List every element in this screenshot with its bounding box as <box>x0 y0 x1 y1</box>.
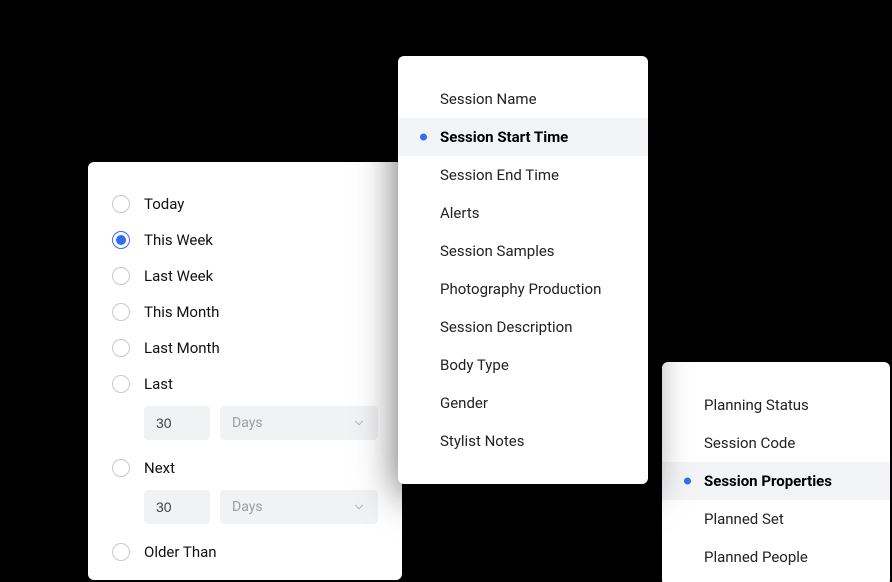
radio-icon[interactable] <box>112 303 130 321</box>
item-label: Planning Status <box>704 396 809 414</box>
panel-date-range: Today This Week Last Week This Month Last Mo… <box>88 162 402 580</box>
field-list-item[interactable]: Planned People <box>662 538 890 576</box>
radio-icon[interactable] <box>112 339 130 357</box>
item-label: Session Start Time <box>440 128 568 146</box>
option-label: This Week <box>144 231 213 249</box>
date-range-option[interactable]: This Month <box>88 294 402 330</box>
option-label: Next <box>144 459 175 477</box>
field-list-item[interactable]: Session Code <box>662 424 890 462</box>
date-range-option[interactable]: This Week <box>88 222 402 258</box>
radio-icon[interactable] <box>112 375 130 393</box>
field-list-item[interactable]: Body Type <box>398 346 648 384</box>
duration-unit-select[interactable]: Days <box>220 406 378 440</box>
select-value: Days <box>232 499 263 515</box>
chevron-down-icon <box>352 416 366 430</box>
select-value: Days <box>232 415 263 431</box>
field-list-item[interactable]: Session End Time <box>398 156 648 194</box>
field-list-item[interactable]: Planning Status <box>662 386 890 424</box>
item-label: Session Description <box>440 318 573 336</box>
item-label: Alerts <box>440 204 480 222</box>
item-label: Session End Time <box>440 166 559 184</box>
date-range-option[interactable]: Last Month <box>88 330 402 366</box>
date-range-option[interactable]: Next <box>88 450 402 486</box>
item-label: Body Type <box>440 356 509 374</box>
radio-icon[interactable] <box>112 231 130 249</box>
item-label: Gender <box>440 394 488 412</box>
radio-icon[interactable] <box>112 459 130 477</box>
field-list-item[interactable]: Session Description <box>398 308 648 346</box>
radio-icon[interactable] <box>112 267 130 285</box>
field-list-item[interactable]: Session Samples <box>398 232 648 270</box>
field-list-item[interactable]: Stylist Notes <box>398 422 648 460</box>
field-list-item[interactable]: Session Name <box>398 80 648 118</box>
item-label: Session Properties <box>704 472 832 490</box>
date-range-option[interactable]: Today <box>88 186 402 222</box>
field-list-item[interactable]: Session Properties <box>662 462 890 500</box>
duration-value-input[interactable] <box>144 406 210 440</box>
duration-value-input[interactable] <box>144 490 210 524</box>
date-range-option[interactable]: Last <box>88 366 402 402</box>
option-label: Last Week <box>144 267 213 285</box>
field-list-item[interactable]: Planned Set <box>662 500 890 538</box>
item-label: Photography Production <box>440 280 601 298</box>
option-label: This Month <box>144 303 219 321</box>
item-label: Session Code <box>704 434 795 452</box>
panel-session-fields-primary: Session Name Session Start Time Session En… <box>398 56 648 484</box>
radio-icon[interactable] <box>112 543 130 561</box>
option-label: Older Than <box>144 543 217 561</box>
relative-date-inputs: Days <box>88 486 402 534</box>
item-label: Stylist Notes <box>440 432 524 450</box>
duration-unit-select[interactable]: Days <box>220 490 378 524</box>
option-label: Last Month <box>144 339 220 357</box>
field-list-item[interactable]: Session Start Time <box>398 118 648 156</box>
radio-icon[interactable] <box>112 195 130 213</box>
relative-date-inputs: Days <box>88 402 402 450</box>
date-range-option[interactable]: Last Week <box>88 258 402 294</box>
item-label: Planned Set <box>704 510 784 528</box>
item-label: Session Samples <box>440 242 555 260</box>
option-label: Last <box>144 375 173 393</box>
field-list-item[interactable]: Gender <box>398 384 648 422</box>
chevron-down-icon <box>352 500 366 514</box>
item-label: Planned People <box>704 548 808 566</box>
field-list-item[interactable]: Photography Production <box>398 270 648 308</box>
panel-session-fields-secondary: Planning Status Session Code Session Prope… <box>662 362 890 582</box>
field-list-item[interactable]: Alerts <box>398 194 648 232</box>
option-label: Today <box>144 195 184 213</box>
date-range-option[interactable]: Older Than <box>88 534 402 570</box>
item-label: Session Name <box>440 90 537 108</box>
